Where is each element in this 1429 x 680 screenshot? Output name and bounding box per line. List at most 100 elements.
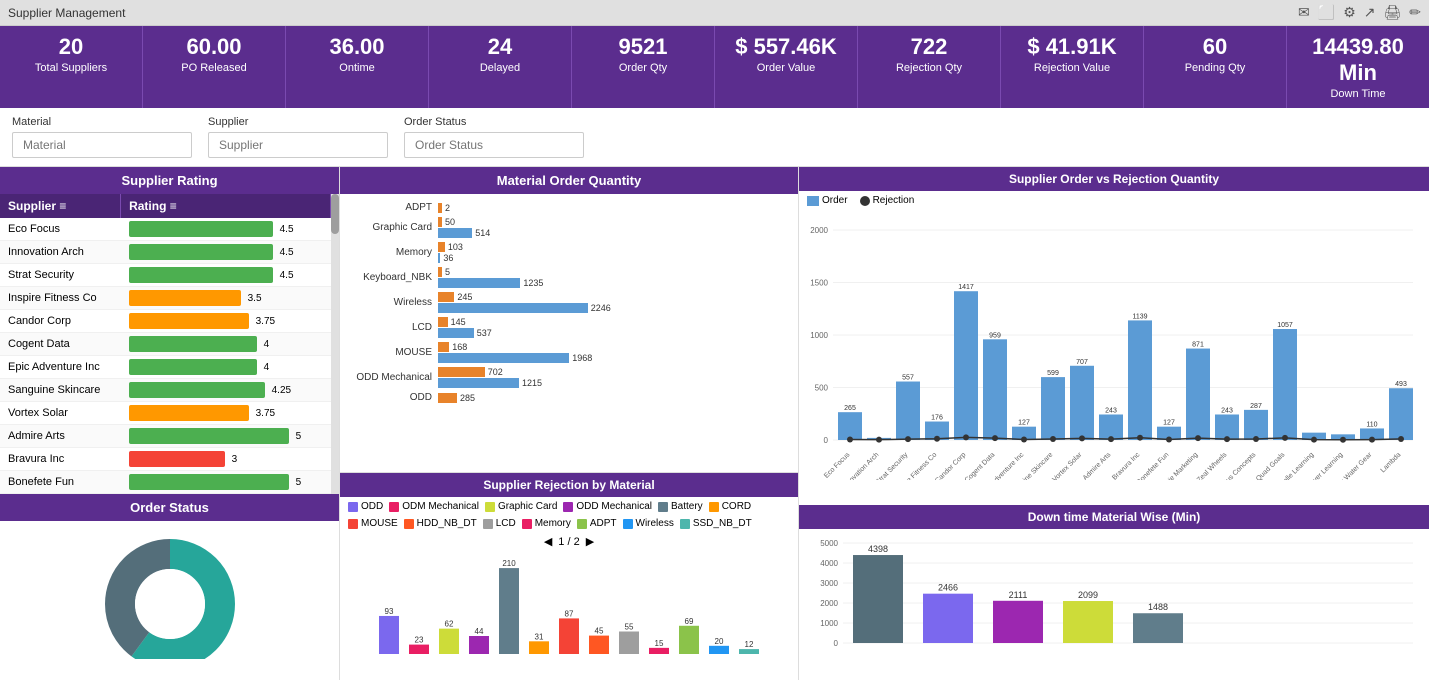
- supplier-name: Candor Corp: [0, 310, 121, 333]
- bar-segment-2: [438, 353, 569, 363]
- legend-item: CORD: [709, 501, 751, 512]
- legend-item: LCD: [483, 518, 516, 529]
- print-icon[interactable]: 🖨: [1383, 4, 1401, 21]
- kpi-card: $ 41.91KRejection Value: [1001, 26, 1144, 108]
- order-bar: [838, 412, 862, 440]
- order-legend-color: [807, 196, 819, 206]
- bar-segment-2: [438, 228, 472, 238]
- bar-top: 50: [438, 217, 790, 227]
- rejection-bars: 932362442103187455515692012: [340, 550, 798, 680]
- downtime-chart-svg: 0100020003000400050004398246621112099148…: [803, 533, 1423, 673]
- svg-text:Bravura Inc: Bravura Inc: [1111, 451, 1142, 480]
- kpi-card: 24Delayed: [429, 26, 572, 108]
- monitor-icon[interactable]: ⬜: [1318, 4, 1335, 21]
- order-status-input[interactable]: [404, 132, 584, 158]
- bar-top: 145: [438, 317, 790, 327]
- bar-segment-2: [438, 278, 520, 288]
- svg-text:265: 265: [844, 405, 856, 412]
- bar-value-1: 702: [488, 367, 503, 377]
- edit-icon[interactable]: ✏: [1409, 4, 1421, 21]
- svg-text:87: 87: [565, 609, 574, 618]
- bar-top: 285: [438, 393, 790, 403]
- app-title: Supplier Management: [8, 6, 125, 20]
- legend-item: ODM Mechanical: [389, 501, 479, 512]
- table-row: Innovation Arch 4.5: [0, 241, 331, 264]
- rejection-legend-item: Rejection: [860, 195, 915, 206]
- bar-bottom: 537: [438, 328, 790, 338]
- legend-item: ODD: [348, 501, 383, 512]
- rejection-dot: [1137, 435, 1143, 441]
- supplier-input[interactable]: [208, 132, 388, 158]
- legend-text: Graphic Card: [498, 501, 557, 512]
- svg-text:Cogent Data: Cogent Data: [964, 451, 997, 480]
- supplier-rating-title: Supplier Rating: [0, 167, 339, 194]
- kpi-value: 9521: [576, 34, 710, 60]
- bar-value-2: 537: [477, 328, 492, 338]
- legend-text: ODM Mechanical: [402, 501, 479, 512]
- rejection-dot: [1282, 435, 1288, 441]
- supplier-name: Epic Adventure Inc: [0, 356, 121, 379]
- rejection-bar: [679, 626, 699, 654]
- material-input[interactable]: [12, 132, 192, 158]
- svg-text:Quad Goals: Quad Goals: [1255, 451, 1287, 480]
- supplier-name: Cogent Data: [0, 333, 121, 356]
- rejection-dot: [1166, 436, 1172, 442]
- order-rejection-chart-container: 0500100015002000265Eco FocusInnovation A…: [799, 210, 1429, 483]
- svg-text:959: 959: [989, 332, 1001, 339]
- downtime-bar: [993, 601, 1043, 643]
- svg-text:Strat Security: Strat Security: [875, 451, 910, 480]
- kpi-label: Ontime: [290, 62, 424, 74]
- kpi-label: Rejection Qty: [862, 62, 996, 74]
- legend-text: Wireless: [636, 518, 674, 529]
- order-status-filter-group: Order Status: [404, 116, 584, 158]
- downtime-title: Down time Material Wise (Min): [799, 505, 1429, 529]
- legend-dot: [658, 502, 668, 512]
- supplier-rating: 4.25: [121, 379, 331, 402]
- supplier-name: Vortex Solar: [0, 402, 121, 425]
- next-page[interactable]: ▶: [586, 535, 594, 548]
- supplier-rating: 3.75: [121, 402, 331, 425]
- supplier-filter-group: Supplier: [208, 116, 388, 158]
- pagination: ◀ 1 / 2 ▶: [340, 533, 798, 550]
- bar-value-1: 2: [445, 203, 450, 213]
- bar-label: ADPT: [348, 202, 438, 213]
- legend-dot: [348, 502, 358, 512]
- legend-text: Memory: [535, 518, 571, 529]
- rejection-bar: [529, 641, 549, 654]
- material-filter-group: Material: [12, 116, 192, 158]
- legend-dot: [483, 519, 493, 529]
- rejection-dot: [1079, 435, 1085, 441]
- kpi-card: 20Total Suppliers: [0, 26, 143, 108]
- order-status-label: Order Status: [404, 116, 584, 128]
- filter-icon[interactable]: ⚙: [1343, 4, 1356, 21]
- email-icon[interactable]: ✉: [1298, 4, 1310, 21]
- bar-segment-1: [438, 242, 445, 252]
- rejection-bar: [409, 645, 429, 654]
- bar-segment-1: [438, 217, 442, 227]
- kpi-label: Delayed: [433, 62, 567, 74]
- legend-text: ODD Mechanical: [576, 501, 652, 512]
- supplier-rating: 3.75: [121, 310, 331, 333]
- table-row: Admire Arts 5: [0, 425, 331, 448]
- svg-text:5000: 5000: [820, 539, 838, 548]
- kpi-card: $ 557.46KOrder Value: [715, 26, 858, 108]
- table-row: Strat Security 4.5: [0, 264, 331, 287]
- table-row: Inspire Fitness Co 3.5: [0, 287, 331, 310]
- bar-chart-row: ODD Mechanical 702 1215: [348, 367, 790, 388]
- supplier-name: Inspire Fitness Co: [0, 287, 121, 310]
- legend-item: ADPT: [577, 518, 617, 529]
- bar-segment-2: [438, 378, 519, 388]
- order-bar: [1244, 410, 1268, 440]
- prev-page[interactable]: ◀: [544, 535, 552, 548]
- svg-text:110: 110: [1366, 421, 1377, 428]
- bar-bottom: 1215: [438, 378, 790, 388]
- kpi-card: 722Rejection Qty: [858, 26, 1001, 108]
- rejection-dot: [1224, 436, 1230, 442]
- svg-text:210: 210: [502, 559, 516, 568]
- bar-value-1: 145: [451, 317, 466, 327]
- legend-text: ADPT: [590, 518, 617, 529]
- rejection-dot: [1021, 436, 1027, 442]
- share-icon[interactable]: ↗: [1364, 4, 1376, 21]
- kpi-label: Rejection Value: [1005, 62, 1139, 74]
- supplier-rating: 3: [121, 448, 331, 471]
